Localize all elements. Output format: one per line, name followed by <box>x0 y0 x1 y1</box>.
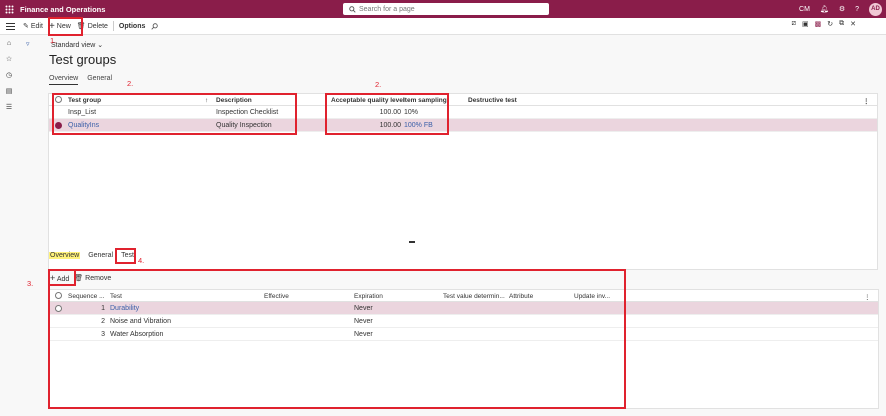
top-bar: Finance and Operations Search for a page… <box>0 0 886 18</box>
filter-icon[interactable]: ▿ <box>26 40 30 48</box>
options-button[interactable]: Options <box>116 19 148 33</box>
pencil-icon: ✎ <box>23 23 29 30</box>
app-title: Finance and Operations <box>20 4 106 14</box>
page-title: Test groups <box>49 52 117 67</box>
search-input[interactable]: Search for a page <box>343 3 549 15</box>
open-new-window-icon[interactable]: ⧉ <box>839 20 844 28</box>
annotation-box-grid-left <box>52 93 297 135</box>
view-selector[interactable]: Standard view ⌄ <box>51 41 103 49</box>
help-icon[interactable]: ? <box>855 6 859 13</box>
home-icon[interactable]: ⌂ <box>7 40 11 47</box>
office-icon[interactable]: ▣ <box>802 20 809 28</box>
annotation-box-lines <box>48 269 626 409</box>
header-tabs: Overview General <box>49 75 112 85</box>
search-icon <box>349 5 356 13</box>
tab-general[interactable]: General <box>87 75 112 85</box>
annotation-box-test-tab <box>115 248 136 264</box>
tab-overview[interactable]: Overview <box>49 75 79 85</box>
column-options-icon[interactable]: ⋮ <box>863 97 870 105</box>
annotation-box-new <box>48 17 83 36</box>
annotation-number: 1. <box>50 36 57 45</box>
close-icon[interactable]: ✕ <box>850 20 856 28</box>
edit-button[interactable]: ✎ Edit <box>20 19 46 33</box>
gear-icon[interactable]: ⚙ <box>839 5 845 13</box>
workspaces-icon[interactable]: ▤ <box>6 87 13 95</box>
toolbar-divider <box>112 21 114 31</box>
annotation-number: 2. <box>127 79 134 88</box>
star-icon[interactable]: ☆ <box>6 55 12 63</box>
col-destructive-test[interactable]: Destructive test <box>468 97 517 104</box>
tab-lines-general[interactable]: General <box>88 252 113 259</box>
clock-icon[interactable]: ◷ <box>6 71 12 79</box>
action-pane: ✎ Edit + New 🗑︎ Delete Options ⧄ ▣ ▩ ↻ ⧉… <box>0 18 886 35</box>
attachments-icon[interactable]: ▩ <box>815 20 822 28</box>
annotation-number: 2. <box>375 80 382 89</box>
search-actions-icon[interactable] <box>148 19 161 33</box>
annotation-number: 4. <box>138 256 145 265</box>
navigation-pane: ⌂ ☆ ◷ ▤ ☰ <box>0 35 18 416</box>
search-placeholder: Search for a page <box>359 5 415 13</box>
column-options-icon[interactable]: ⋮ <box>864 293 871 301</box>
annotation-number: 3. <box>27 279 34 288</box>
power-apps-icon[interactable]: ⧄ <box>792 20 796 28</box>
avatar[interactable]: AD <box>869 2 882 16</box>
list-icon[interactable]: ☰ <box>6 103 12 111</box>
app-launcher-icon[interactable] <box>0 0 18 18</box>
pane-splitter[interactable] <box>409 241 415 243</box>
tab-lines-overview[interactable]: Overview <box>49 252 81 259</box>
annotation-box-grid-right <box>325 93 449 135</box>
company-picker[interactable]: CM <box>799 6 810 13</box>
refresh-icon[interactable]: ↻ <box>827 20 833 28</box>
bell-icon[interactable]: 🔔︎ <box>820 5 829 13</box>
hamburger-menu-icon[interactable] <box>0 22 20 30</box>
